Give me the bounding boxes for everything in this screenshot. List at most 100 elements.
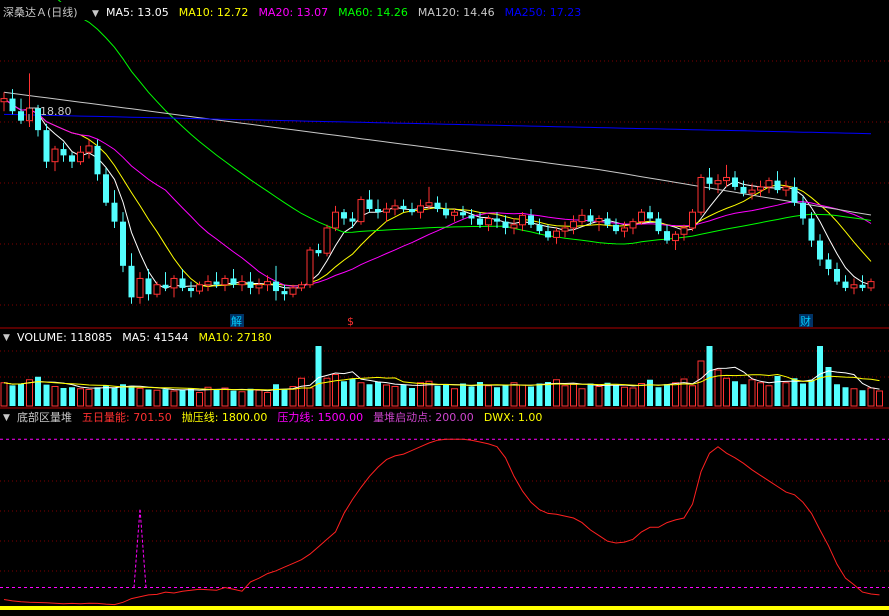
volume-bar-down — [545, 382, 551, 406]
candle[interactable] — [255, 278, 263, 295]
event-marker-cai[interactable]: 财 — [800, 314, 811, 328]
candle[interactable] — [298, 281, 305, 292]
candle[interactable] — [103, 168, 109, 206]
candle[interactable] — [366, 190, 373, 213]
candle[interactable] — [43, 123, 50, 168]
candle-body-up — [519, 214, 526, 226]
candle[interactable] — [697, 174, 705, 216]
candle[interactable] — [434, 196, 441, 213]
volume-ma-lines — [3, 366, 880, 392]
candle[interactable] — [77, 145, 84, 165]
candle[interactable] — [289, 284, 297, 298]
candle[interactable] — [595, 215, 603, 232]
dropdown-arrow-icon[interactable]: ▼ — [3, 413, 10, 423]
candle[interactable] — [460, 205, 466, 219]
candle[interactable] — [655, 212, 662, 235]
candle[interactable] — [561, 221, 569, 238]
candle[interactable] — [409, 202, 415, 216]
candle[interactable] — [136, 272, 144, 304]
candle[interactable] — [510, 218, 518, 235]
candle[interactable] — [85, 139, 93, 159]
candle[interactable] — [349, 212, 356, 228]
candle[interactable] — [128, 253, 135, 304]
candle[interactable] — [502, 215, 509, 235]
candle[interactable] — [570, 215, 577, 235]
candle[interactable] — [723, 164, 730, 187]
candle[interactable] — [808, 212, 815, 247]
candle[interactable] — [647, 205, 653, 222]
event-marker-dollar[interactable]: $ — [347, 315, 354, 328]
candle[interactable] — [170, 275, 178, 298]
candle[interactable] — [451, 209, 458, 222]
candle[interactable] — [204, 275, 212, 292]
candle[interactable] — [188, 281, 194, 298]
candle[interactable] — [800, 196, 806, 225]
candle[interactable] — [443, 202, 449, 219]
volume-bar-down — [188, 388, 194, 406]
candle[interactable] — [714, 174, 722, 194]
candle[interactable] — [672, 231, 679, 251]
candle[interactable] — [341, 209, 347, 225]
candle[interactable] — [757, 180, 764, 197]
candle[interactable] — [834, 262, 840, 285]
candle[interactable] — [825, 253, 832, 276]
candle[interactable] — [425, 186, 433, 210]
candle[interactable] — [357, 196, 365, 225]
volume-bar-up — [51, 386, 59, 407]
candle[interactable] — [817, 234, 823, 266]
candle[interactable] — [578, 209, 586, 225]
candle[interactable] — [629, 218, 637, 235]
candle[interactable] — [867, 278, 875, 292]
candle-body-down — [230, 278, 237, 285]
candle[interactable] — [332, 205, 339, 232]
candle[interactable] — [689, 209, 696, 232]
candle[interactable] — [774, 171, 781, 194]
candle[interactable] — [391, 199, 399, 216]
candle[interactable] — [613, 218, 619, 235]
candle[interactable] — [18, 98, 24, 124]
candle[interactable] — [69, 152, 75, 168]
candle[interactable] — [664, 224, 670, 244]
candle[interactable] — [315, 243, 322, 257]
candle[interactable] — [60, 142, 67, 162]
candle[interactable] — [306, 246, 314, 288]
candle[interactable] — [94, 139, 101, 181]
indicator-panel-header: ▼ 底部区量堆 五日量能: 701.50 抛压线: 1800.00 压力线: 1500… — [3, 410, 542, 424]
candle[interactable] — [400, 199, 407, 213]
candle[interactable] — [375, 199, 381, 219]
candle-body-down — [494, 218, 500, 222]
candle[interactable] — [383, 202, 390, 222]
event-marker-jie[interactable]: 解 — [231, 314, 242, 328]
candle[interactable] — [536, 218, 543, 235]
candle[interactable] — [706, 168, 713, 191]
candle[interactable] — [51, 145, 59, 172]
stock-chart[interactable]: 深桑达Ａ(日线) ▼ MA5: 13.05 MA10: 12.72 MA20: 13… — [0, 0, 889, 616]
candle[interactable] — [153, 281, 161, 298]
candle[interactable] — [0, 92, 8, 112]
candle-body-down — [400, 205, 407, 210]
candle[interactable] — [417, 199, 424, 219]
candle[interactable] — [247, 272, 254, 295]
candle[interactable] — [145, 268, 152, 301]
candlestick-series — [0, 73, 875, 304]
candle[interactable] — [765, 177, 773, 194]
event-markers[interactable]: 解 $ 财 — [230, 314, 813, 328]
dropdown-arrow-icon[interactable]: ▼ — [92, 9, 99, 19]
candle[interactable] — [553, 227, 560, 244]
candle[interactable] — [221, 275, 229, 292]
candle[interactable] — [519, 212, 526, 232]
candle[interactable] — [323, 224, 331, 257]
candle[interactable] — [162, 272, 169, 292]
candle[interactable] — [528, 209, 534, 228]
volume-bar-up — [332, 374, 339, 407]
candle[interactable] — [111, 190, 118, 228]
candle[interactable] — [238, 275, 246, 292]
candle[interactable] — [842, 275, 849, 292]
candle[interactable] — [273, 265, 279, 301]
candle[interactable] — [120, 212, 126, 273]
candle[interactable] — [791, 177, 798, 206]
candle[interactable] — [850, 278, 858, 295]
candle[interactable] — [732, 171, 738, 191]
dropdown-arrow-icon[interactable]: ▼ — [3, 333, 10, 343]
candle-body-down — [800, 202, 806, 219]
